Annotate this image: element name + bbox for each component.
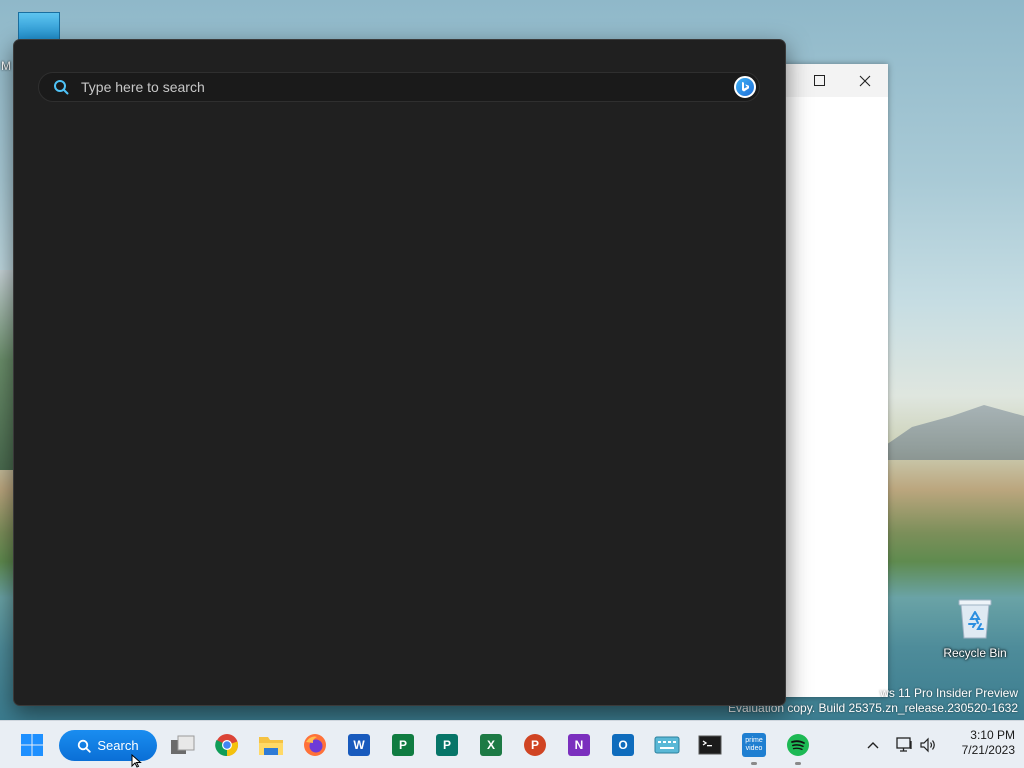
firefox-button[interactable] xyxy=(299,729,331,761)
terminal-icon xyxy=(698,735,722,755)
onenote-button[interactable]: N xyxy=(563,729,595,761)
chrome-button[interactable] xyxy=(211,729,243,761)
onenote-icon: N xyxy=(568,734,590,756)
bing-chat-button[interactable] xyxy=(734,76,756,98)
maximize-icon xyxy=(813,75,825,86)
powerpoint-button[interactable]: P xyxy=(519,729,551,761)
file-explorer-icon xyxy=(259,737,283,755)
word-icon: W xyxy=(348,734,370,756)
desktop-icon[interactable] xyxy=(18,12,60,42)
taskbar-clock[interactable]: 3:10 PM 7/21/2023 xyxy=(945,728,1015,758)
touch-keyboard-button[interactable] xyxy=(651,729,683,761)
background-window[interactable] xyxy=(772,64,888,697)
spotify-icon xyxy=(787,734,809,756)
prime-video-label: prime video xyxy=(745,737,763,752)
volume-icon xyxy=(920,737,935,753)
search-icon xyxy=(78,739,92,753)
task-view-button[interactable] xyxy=(167,729,199,761)
outlook-button[interactable]: O xyxy=(607,729,639,761)
spotify-button[interactable] xyxy=(782,729,814,765)
terminal-button[interactable] xyxy=(694,729,726,761)
excel-button[interactable]: X xyxy=(475,729,507,761)
running-indicator xyxy=(795,762,801,765)
search-icon xyxy=(52,78,70,96)
firefox-icon xyxy=(304,734,326,756)
project-button[interactable]: P xyxy=(387,729,419,761)
chevron-up-icon xyxy=(867,742,879,749)
outlook-icon: O xyxy=(612,734,634,756)
wallpaper-mountain xyxy=(864,405,1024,460)
prime-video-icon: prime video xyxy=(742,733,766,757)
file-explorer-button[interactable] xyxy=(255,729,287,761)
windows-logo-icon xyxy=(21,734,43,756)
chrome-icon xyxy=(215,734,239,757)
taskbar-search-label: Search xyxy=(97,738,139,753)
running-indicator xyxy=(751,762,757,765)
close-button[interactable] xyxy=(842,64,888,97)
search-input[interactable] xyxy=(79,78,734,96)
mouse-cursor-icon xyxy=(131,753,142,768)
taskbar-search-button[interactable]: Search xyxy=(59,730,157,761)
recycle-bin-label: Recycle Bin xyxy=(943,646,1007,660)
recycle-bin[interactable]: Recycle Bin xyxy=(940,596,1010,660)
project-icon: P xyxy=(392,734,414,756)
publisher-button[interactable]: P xyxy=(431,729,463,761)
volume-button[interactable] xyxy=(912,729,944,761)
search-box[interactable] xyxy=(38,72,760,102)
close-icon xyxy=(859,75,871,86)
taskbar: Search W P P X P N O prime video xyxy=(0,720,1024,768)
clock-date: 7/21/2023 xyxy=(961,743,1015,757)
wallpaper-cliff xyxy=(0,270,14,470)
start-button[interactable] xyxy=(16,729,48,761)
task-view-icon xyxy=(171,735,195,754)
touch-keyboard-icon xyxy=(654,736,680,754)
bing-icon xyxy=(742,82,749,92)
recycle-bin-icon xyxy=(957,596,993,640)
word-button[interactable]: W xyxy=(343,729,375,761)
maximize-button[interactable] xyxy=(796,64,842,97)
excel-icon: X xyxy=(480,734,502,756)
desktop-icon-label[interactable]: M xyxy=(1,59,11,73)
prime-video-button[interactable]: prime video xyxy=(738,729,770,765)
publisher-icon: P xyxy=(436,734,458,756)
show-hidden-icons-button[interactable] xyxy=(857,729,889,761)
search-flyout xyxy=(13,39,786,706)
clock-time: 3:10 PM xyxy=(970,728,1015,742)
powerpoint-icon: P xyxy=(524,734,546,756)
window-titlebar[interactable] xyxy=(772,64,888,97)
